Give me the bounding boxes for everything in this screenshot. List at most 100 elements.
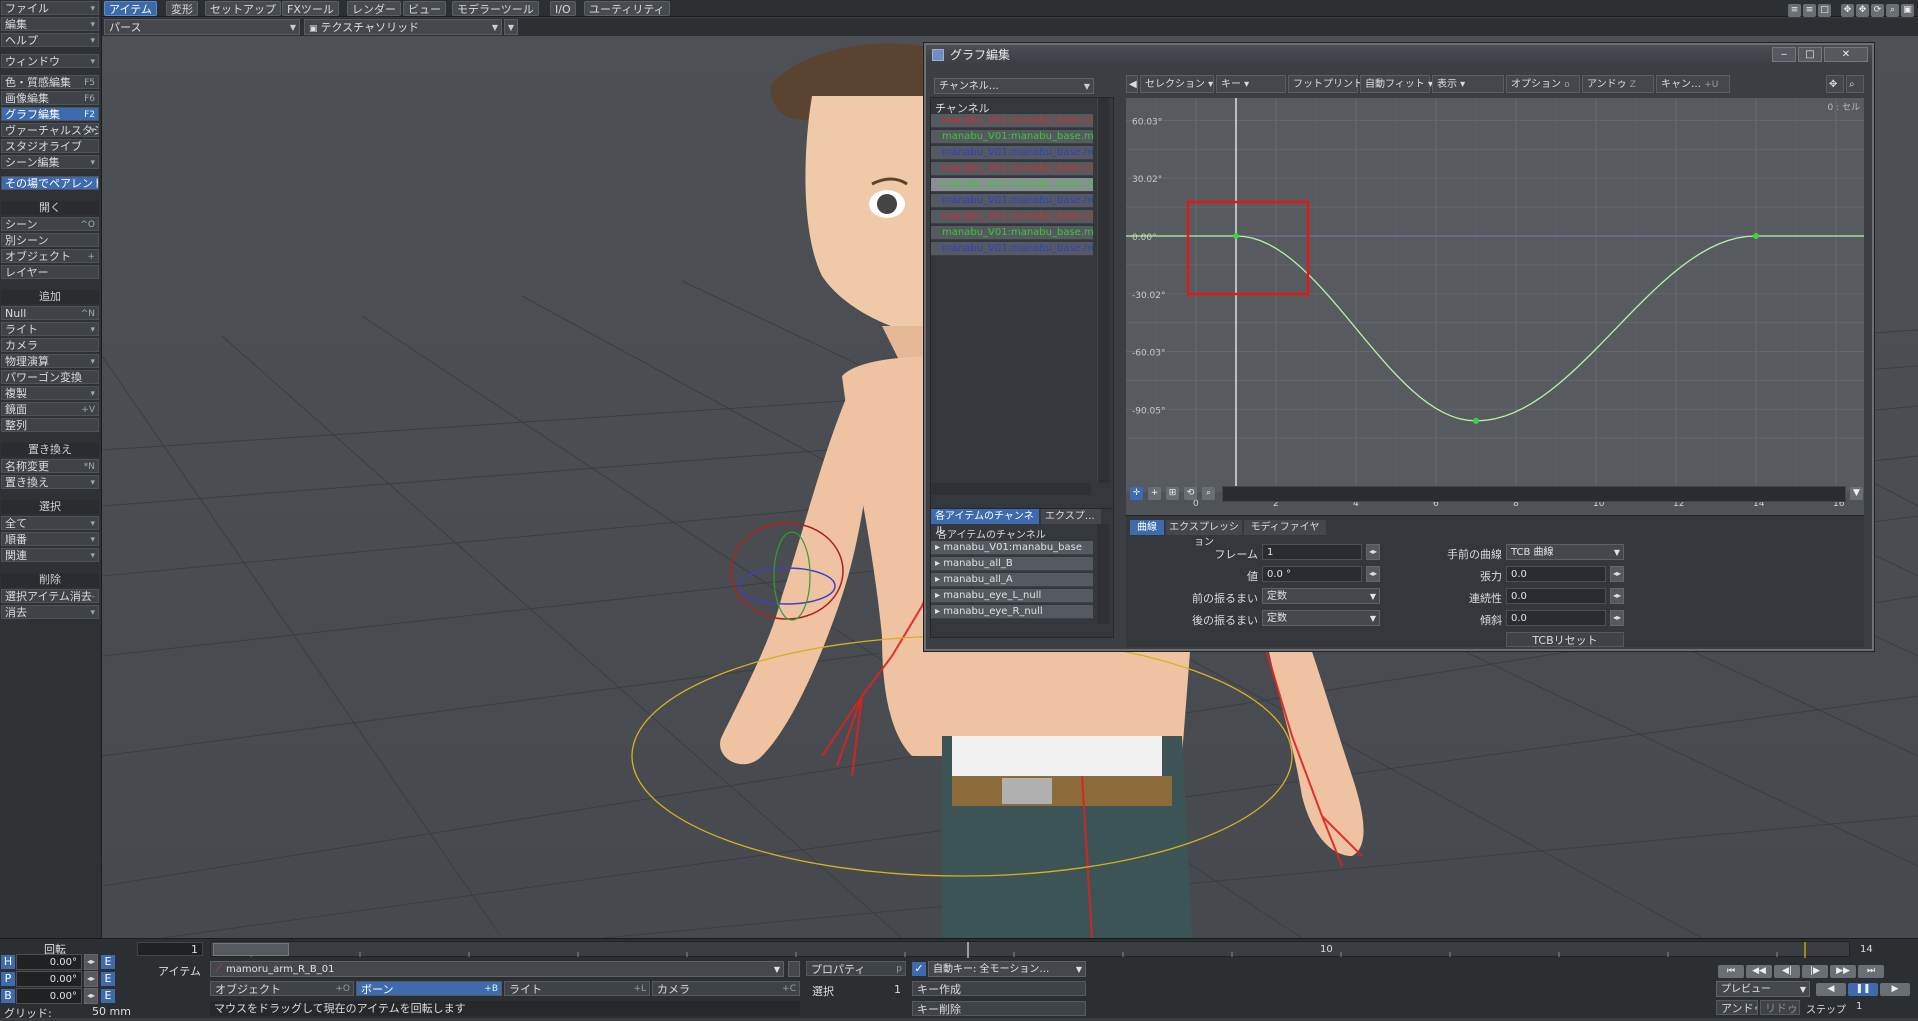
channel-row[interactable]: manabu_V01:manabu_base.ma xyxy=(931,178,1093,192)
tab-expression[interactable]: エクスプレッション xyxy=(1166,520,1242,548)
dropdown-arrow-icon[interactable]: ▼ xyxy=(1850,487,1863,500)
create-key-button[interactable]: キー作成 xyxy=(912,981,1086,996)
tab-render[interactable]: レンダー xyxy=(347,1,401,16)
preview-dropdown[interactable]: プレビュー ▼ xyxy=(1716,981,1810,997)
scene-editor-menu[interactable]: シーン編集 ▾ xyxy=(1,155,99,169)
auto-fit-menu[interactable]: 自動フィット ▾ xyxy=(1360,75,1433,93)
channel-row[interactable]: manabu_V01:manabu_base.ma xyxy=(931,162,1093,176)
maximize-button[interactable]: □ xyxy=(1798,47,1822,62)
pan-graph-icon[interactable]: ✥ xyxy=(1826,75,1844,93)
zoom-icon[interactable]: ⌕ xyxy=(1886,4,1899,17)
mirror-button[interactable]: 鏡面 +V xyxy=(1,402,99,416)
add-light-menu[interactable]: ライト ▾ xyxy=(1,322,99,336)
channel-row[interactable]: manabu_V01:manabu_base.ma xyxy=(931,194,1093,208)
tension-field[interactable]: 0.0 xyxy=(1506,566,1606,582)
tab-io[interactable]: I/O xyxy=(550,1,576,16)
load-object-button[interactable]: オブジェクト + xyxy=(1,249,99,263)
graph-editor-titlebar[interactable]: グラフ編集 ‒ □ ✕ xyxy=(926,45,1872,65)
pitch-envelope-button[interactable]: E xyxy=(101,972,115,986)
play-reverse-icon[interactable]: ◀ xyxy=(1816,983,1846,996)
help-menu[interactable]: ヘルプ ▾ xyxy=(1,33,99,47)
tab-fx-tools[interactable]: FXツール xyxy=(282,1,339,16)
bias-field[interactable]: 0.0 xyxy=(1506,610,1606,626)
zoom-keys-icon[interactable]: ⌕ xyxy=(1202,487,1215,500)
keys-menu[interactable]: キー ▾ xyxy=(1216,75,1286,93)
expand-arrow-icon[interactable]: ▸ xyxy=(935,590,943,601)
list-icon[interactable]: ≡ xyxy=(1788,4,1801,17)
bias-spinner[interactable]: ◂▸ xyxy=(1610,610,1624,626)
surface-editor-button[interactable]: 色・質感編集 F5 xyxy=(1,75,99,89)
tab-modify[interactable]: 変形 xyxy=(166,1,198,16)
edit-menu[interactable]: 編集 ▾ xyxy=(1,17,99,31)
clear-menu[interactable]: 消去 ▾ xyxy=(1,605,99,619)
expand-arrow-icon[interactable]: ▸ xyxy=(935,558,943,569)
selection-menu[interactable]: セレクション ▾ xyxy=(1140,75,1214,93)
properties-button[interactable]: プロパティ p xyxy=(806,961,906,976)
maximize-icon[interactable]: □ xyxy=(1818,4,1831,17)
undo-button[interactable]: アンドゥ Z xyxy=(1582,75,1654,93)
next-frame-icon[interactable]: |▶ xyxy=(1802,965,1828,978)
autokey-checkbox[interactable]: ✓ xyxy=(912,962,926,976)
object-mode-button[interactable]: オブジェクト +O xyxy=(210,981,354,996)
tab-curves[interactable]: 曲線 xyxy=(1130,520,1164,535)
channel-hscrollbar[interactable] xyxy=(931,483,1091,495)
add-camera-button[interactable]: カメラ xyxy=(1,338,99,352)
channel-row[interactable]: manabu_V01:manabu_base.ma xyxy=(931,210,1093,224)
load-layer-button[interactable]: レイヤー xyxy=(1,265,99,279)
pitch-field[interactable]: 0.00° xyxy=(16,971,82,987)
footprint-menu[interactable]: フットプリント ▾ xyxy=(1288,75,1371,93)
minimize-button[interactable]: ‒ xyxy=(1772,47,1796,62)
close-button[interactable]: ✕ xyxy=(1824,47,1868,62)
tab-item-channels[interactable]: 各アイテムのチャンネル xyxy=(931,509,1039,537)
stretch-keys-icon[interactable]: ⊞ xyxy=(1166,487,1179,500)
goto-start-icon[interactable]: ⏮ xyxy=(1718,965,1744,978)
post-behavior-dropdown[interactable]: 定数 ▼ xyxy=(1262,610,1380,626)
orbit-icon[interactable]: ⟳ xyxy=(1871,4,1884,17)
tab-setup[interactable]: セットアップ xyxy=(205,1,281,16)
play-forward-icon[interactable]: ▶ xyxy=(1880,983,1910,996)
bank-field[interactable]: 0.00° xyxy=(16,988,82,1004)
pre-behavior-dropdown[interactable]: 定数 ▼ xyxy=(1262,588,1380,604)
current-item-dropdown[interactable]: ⟋ mamoru_arm_R_B_01 ▼ xyxy=(210,961,784,977)
channel-row[interactable]: manabu_V01:manabu_base.ma xyxy=(931,146,1093,160)
channel-filter-dropdown[interactable]: チャンネル… ▼ xyxy=(934,78,1094,94)
continuity-spinner[interactable]: ◂▸ xyxy=(1610,588,1624,604)
tension-spinner[interactable]: ◂▸ xyxy=(1610,566,1624,582)
virtual-studio-menu[interactable]: ヴァーチャルスタジオ▾ xyxy=(1,123,99,137)
tab-item[interactable]: アイテム xyxy=(104,1,157,16)
roll-keys-icon[interactable]: ⟲ xyxy=(1184,487,1197,500)
pitch-spinner[interactable]: ◂▸ xyxy=(84,971,98,987)
item-row[interactable]: ▸ manabu_V01:manabu_base xyxy=(931,541,1093,555)
channel-row[interactable]: manabu_V01:manabu_base.ma xyxy=(931,242,1093,256)
channel-row[interactable]: manabu_V01:manabu_base.ma xyxy=(931,130,1093,144)
value-spinner[interactable]: ◂▸ xyxy=(1366,566,1380,582)
zoom-graph-icon[interactable]: ⌕ xyxy=(1846,75,1864,93)
replace-menu[interactable]: 置き換え ▾ xyxy=(1,475,99,489)
tab-view[interactable]: ビュー xyxy=(403,1,446,16)
cancel-button[interactable]: キャン… +U xyxy=(1656,75,1730,93)
redo-main-button[interactable]: リドゥ xyxy=(1760,1000,1800,1015)
rotate-view-icon[interactable]: ✥ xyxy=(1856,4,1869,17)
item-row[interactable]: ▸ manabu_all_A xyxy=(931,573,1093,587)
camera-mode-button[interactable]: カメラ +C xyxy=(652,981,800,996)
add-null-button[interactable]: Null ^N xyxy=(1,306,99,320)
image-editor-button[interactable]: 画像編集 F6 xyxy=(1,91,99,105)
parent-in-place-toggle[interactable]: その場でペアレント xyxy=(1,176,99,190)
window-menu[interactable]: ウィンドウ ▾ xyxy=(1,54,99,68)
physics-menu[interactable]: 物理演算 ▾ xyxy=(1,354,99,368)
item-row[interactable]: ▸ manabu_eye_L_null xyxy=(931,589,1093,603)
load-scene-button[interactable]: シーン ^O xyxy=(1,217,99,231)
bank-envelope-button[interactable]: E xyxy=(101,989,115,1003)
options-menu[interactable]: オプション o xyxy=(1506,75,1580,93)
heading-envelope-button[interactable]: E xyxy=(101,955,115,969)
item-row[interactable]: ▸ manabu_all_B xyxy=(931,557,1093,571)
value-field[interactable]: 0.0 ° xyxy=(1262,566,1362,582)
collapse-arrow-icon[interactable]: ◀ xyxy=(1126,75,1138,93)
graph-editor-button[interactable]: グラフ編集 F2 xyxy=(1,107,99,121)
next-key-icon[interactable]: ▶▶ xyxy=(1830,965,1856,978)
viewport-options-dropdown[interactable]: ▼ xyxy=(504,19,518,35)
camera-view-icon[interactable]: ▣ xyxy=(1901,4,1914,17)
delete-key-button[interactable]: キー削除 xyxy=(912,1001,1086,1016)
channel-scrollbar[interactable] xyxy=(1097,98,1109,483)
item-row[interactable]: ▸ manabu_eye_R_null xyxy=(931,605,1093,619)
